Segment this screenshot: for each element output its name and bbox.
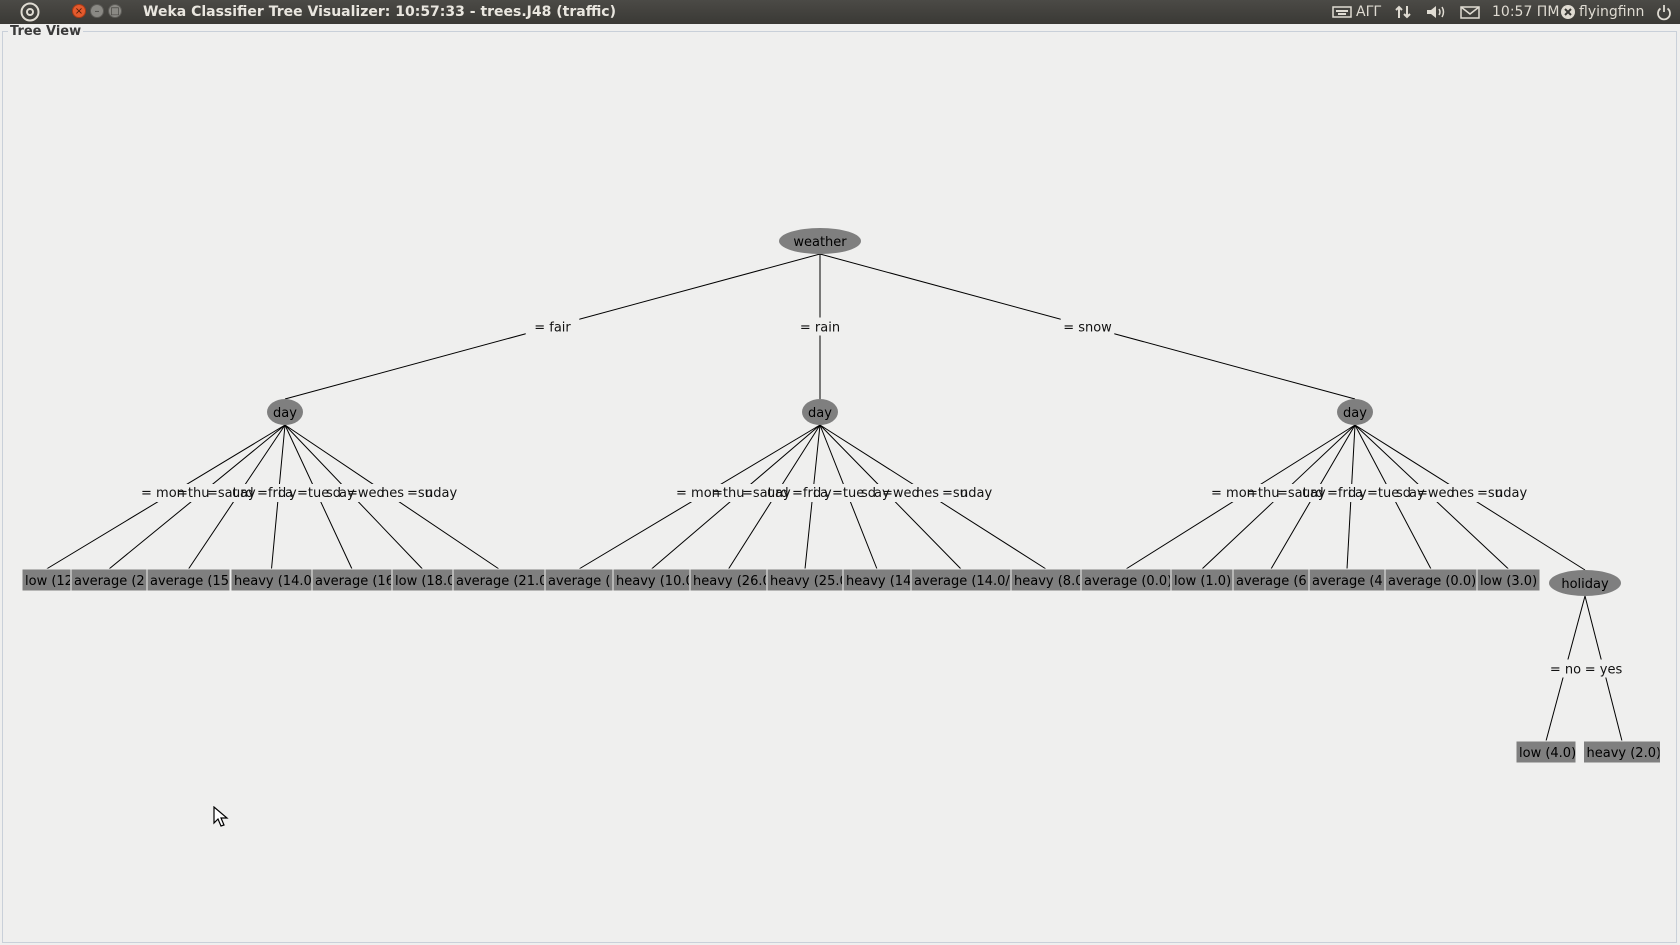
mouse-cursor-icon [213, 806, 229, 827]
edge-label: = rain [800, 321, 840, 336]
node-label: heavy (8.0 [1014, 574, 1083, 589]
tree-split-node[interactable]: day [267, 399, 303, 425]
node-label: average (16 [315, 574, 394, 589]
node-label: day [273, 406, 297, 421]
edge-label-fragment: ay [1310, 486, 1326, 501]
node-label: low (3.0) [1480, 574, 1537, 589]
tree-leaf-node[interactable]: low (4.0) [1515, 740, 1577, 764]
node-label: average (6. [1236, 574, 1311, 589]
tree-leaf-node[interactable]: average (2 [70, 568, 148, 592]
tree-leaf-node[interactable]: heavy (8.0 [1010, 568, 1083, 592]
node-label: heavy (14. [846, 574, 915, 589]
edge-label: = snow [1063, 321, 1112, 336]
day-branch-labels: = mon=thu=saturday =friday =tuesday=wednes… [1211, 486, 1527, 501]
node-label: heavy (14.0/ [234, 574, 317, 589]
node-label: holiday [1561, 577, 1609, 592]
node-label: average (0.0) [1388, 574, 1476, 589]
edge-label-fragment: nes [381, 486, 404, 501]
edge-label-fragment: nes [1451, 486, 1474, 501]
edge-label-fragment: =thu [1247, 486, 1279, 501]
edge-label-fragment: nday [425, 486, 457, 501]
node-label: low (18.0 [395, 574, 455, 589]
edge-label-fragment: =thu [712, 486, 744, 501]
edge-label-fragment: =wed [347, 486, 385, 501]
edge-label-fragment: =tue [832, 486, 864, 501]
edge-label-fragment: =tue [297, 486, 329, 501]
day-branch-labels: = mon=thu=saturday =friday =tuesday=wednes… [676, 486, 992, 501]
tree-leaf-node[interactable]: average (14.0/ [910, 568, 1012, 592]
edge-label-fragment: nes [916, 486, 939, 501]
node-label: average (0.0) [1084, 574, 1172, 589]
node-label: heavy (10.0 [616, 574, 694, 589]
edge-label-fragment: nday [1495, 486, 1527, 501]
edge-label-fragment: y [1359, 486, 1367, 501]
tree-edges: = fair = rain = snow= no = yes= mon=thu=sat… [46, 253, 1627, 742]
tree-leaf-node[interactable]: heavy (26.0 [689, 568, 771, 592]
edge-label-fragment: ay [240, 486, 256, 501]
node-label: low (12 [25, 574, 73, 589]
tree-leaf-node[interactable]: average (15. [146, 568, 233, 592]
tree-leaf-node[interactable]: low (12 [21, 568, 73, 592]
node-label: heavy (2.0) [1587, 746, 1662, 761]
node-label: average (4. [1312, 574, 1387, 589]
edge-label-fragment: =wed [1417, 486, 1455, 501]
node-label: average (2 [74, 574, 145, 589]
edge-label-fragment: y [289, 486, 297, 501]
edge-label-fragment: ay [775, 486, 791, 501]
edge-label-fragment: y [824, 486, 832, 501]
tree-leaf-node[interactable]: low (18.0 [391, 568, 455, 592]
edge-label-fragment: =thu [177, 486, 209, 501]
node-label: average ( [548, 574, 610, 589]
tree-leaf-node[interactable]: heavy (25.0 [766, 568, 848, 592]
node-label: heavy (26.0 [693, 574, 771, 589]
tree-canvas[interactable]: = fair = rain = snow= no = yes= mon=thu=sat… [0, 0, 1680, 945]
tree-leaf-node[interactable]: low (1.0) [1170, 568, 1234, 592]
tree-leaf-node[interactable]: average (16 [311, 568, 394, 592]
tree-split-node[interactable]: day [802, 399, 838, 425]
node-label: day [808, 406, 832, 421]
tree-leaf-node[interactable]: low (3.0) [1476, 568, 1541, 592]
tree-leaf-node[interactable]: average (21.0 [452, 568, 547, 592]
tree-leaf-node[interactable]: heavy (2.0) [1583, 740, 1662, 764]
tree-leaf-node[interactable]: average (4. [1308, 568, 1387, 592]
node-label: low (4.0) [1519, 746, 1576, 761]
node-label: average (21.0 [456, 574, 547, 589]
tree-split-node[interactable]: day [1337, 399, 1373, 425]
edge-label: = yes [1585, 663, 1623, 678]
tree-split-node[interactable]: weather [779, 228, 861, 254]
tree-leaf-node[interactable]: heavy (10.0 [612, 568, 694, 592]
tree-leaf-node[interactable]: heavy (14.0/ [230, 568, 317, 592]
node-label: heavy (25.0 [770, 574, 848, 589]
tree-leaf-node[interactable]: average ( [544, 568, 614, 592]
edge-label: = fair [534, 321, 571, 336]
edge-label-fragment: =wed [882, 486, 920, 501]
node-label: average (14.0/ [914, 574, 1010, 589]
node-label: low (1.0) [1174, 574, 1231, 589]
tree-leaf-node[interactable]: average (0.0) [1080, 568, 1172, 592]
node-label: average (15. [150, 574, 233, 589]
edge-label: = no [1550, 663, 1581, 678]
tree-split-node[interactable]: holiday [1549, 570, 1621, 596]
tree-leaf-node[interactable]: average (6. [1232, 568, 1311, 592]
node-label: day [1343, 406, 1367, 421]
node-label: weather [793, 235, 847, 250]
tree-leaf-node[interactable]: heavy (14. [842, 568, 915, 592]
day-branch-labels: = mon=thu=saturday =friday =tuesday=wednes… [141, 486, 457, 501]
edge-label-fragment: =tue [1367, 486, 1399, 501]
edge-label-fragment: nday [960, 486, 992, 501]
tree-leaf-node[interactable]: average (0.0) [1384, 568, 1478, 592]
